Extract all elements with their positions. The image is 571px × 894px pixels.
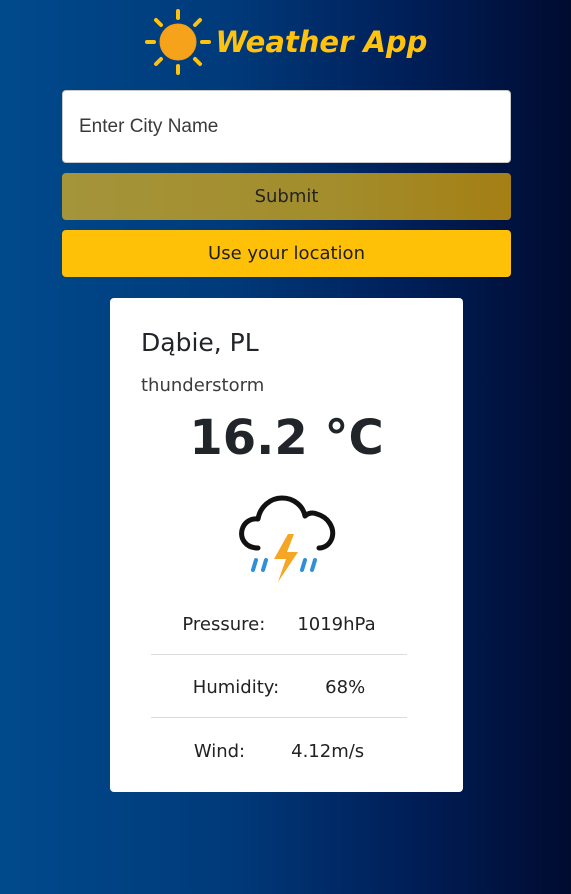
divider (151, 654, 407, 655)
thunderstorm-icon (239, 495, 336, 582)
city-search-input[interactable] (62, 90, 511, 163)
use-location-button-label: Use your location (208, 243, 365, 264)
weather-card: Dąbie, PL thunderstorm 16.2 °C Pressure:… (110, 298, 463, 792)
temperature: 16.2 °C (189, 410, 384, 466)
humidity-row: Humidity: 68% (151, 664, 407, 710)
submit-button-label: Submit (254, 186, 319, 207)
submit-button[interactable]: Submit (62, 173, 511, 220)
wind-value: 4.12m/s (291, 740, 365, 762)
humidity-value: 68% (325, 676, 366, 698)
sun-icon (144, 9, 211, 75)
pressure-label: Pressure: (182, 613, 266, 635)
wind-label: Wind: (193, 740, 246, 762)
humidity-label: Humidity: (192, 676, 280, 698)
app-header: Weather App (0, 4, 571, 80)
pressure-row: Pressure: 1019hPa (151, 601, 407, 647)
use-location-button[interactable]: Use your location (62, 230, 511, 277)
wind-row: Wind: 4.12m/s (151, 728, 407, 774)
app-title: Weather App (215, 25, 428, 59)
divider (151, 717, 407, 718)
weather-condition: thunderstorm (141, 375, 265, 396)
location-title: Dąbie, PL (141, 328, 259, 357)
pressure-value: 1019hPa (297, 613, 376, 635)
